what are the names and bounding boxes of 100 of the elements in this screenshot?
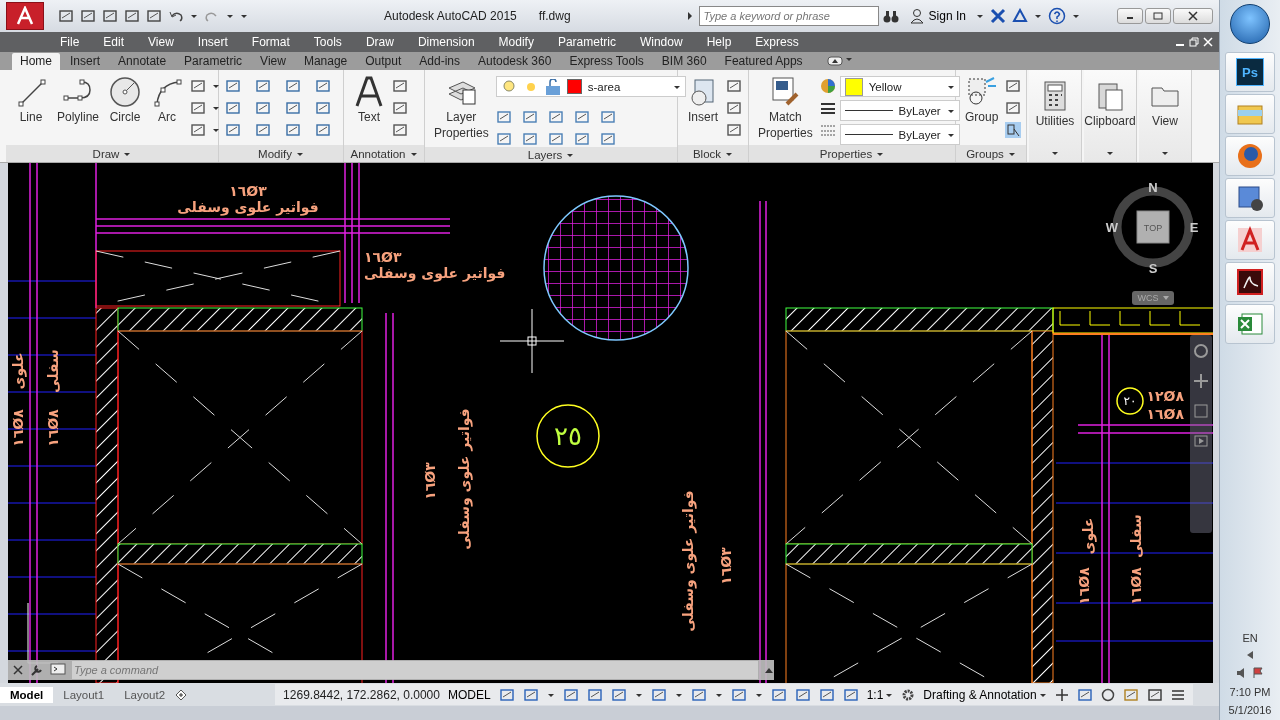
group-select-icon[interactable] xyxy=(1005,122,1022,138)
clock-time[interactable]: 7:10 PM xyxy=(1229,686,1271,698)
plus-icon[interactable] xyxy=(1054,687,1069,702)
doc-close-icon[interactable] xyxy=(1203,37,1214,47)
layer-properties-button[interactable]: Layer Properties xyxy=(431,74,492,143)
caret-icon[interactable] xyxy=(946,83,955,90)
panel-caret-icon[interactable] xyxy=(566,151,575,158)
caret-icon[interactable] xyxy=(226,13,234,19)
add-layout-icon[interactable] xyxy=(175,688,188,701)
layout-tab[interactable]: Model xyxy=(0,686,54,703)
isolate-icon[interactable] xyxy=(1100,687,1115,702)
caret-icon[interactable] xyxy=(1071,13,1080,19)
panel-title[interactable]: Layers xyxy=(527,148,563,161)
layer-dropdown[interactable]: s-area xyxy=(495,76,686,97)
panel-caret-icon[interactable] xyxy=(1051,150,1059,156)
caret-icon[interactable] xyxy=(212,83,221,89)
compass-north[interactable]: N xyxy=(1148,179,1158,195)
layout-tab[interactable]: Layout1 xyxy=(53,686,115,703)
ribbon-tab[interactable]: Output xyxy=(357,53,410,70)
clock-date[interactable]: 5/1/2016 xyxy=(1228,704,1272,716)
panel-caret-icon[interactable] xyxy=(876,150,885,157)
insert-button[interactable]: Insert xyxy=(684,74,722,127)
ribbon-toggle-icon[interactable] xyxy=(826,56,843,66)
menu-item[interactable]: Draw xyxy=(357,35,402,49)
menu-item[interactable]: Window xyxy=(631,35,691,49)
draw-tool-button[interactable]: Line xyxy=(12,74,50,127)
ribbon-tab[interactable]: Insert xyxy=(62,53,109,70)
ribbon-tab[interactable]: Home xyxy=(12,53,60,70)
hamburger-icon[interactable] xyxy=(1170,687,1185,702)
start-button[interactable] xyxy=(1230,4,1270,44)
panel-caret-icon[interactable] xyxy=(1007,150,1016,157)
layout-tab[interactable]: Layout2 xyxy=(114,686,176,703)
pan-icon[interactable] xyxy=(1193,373,1209,389)
text-tool-button[interactable]: Text xyxy=(350,74,388,127)
panel-caret-icon[interactable] xyxy=(295,150,304,157)
wrench-icon[interactable] xyxy=(30,663,44,677)
annotation-scale-button[interactable]: 1:1 xyxy=(866,687,894,702)
caret-icon[interactable] xyxy=(1038,691,1047,698)
caret-icon[interactable] xyxy=(754,691,763,698)
menu-item[interactable]: Edit xyxy=(95,35,133,49)
caret-icon[interactable] xyxy=(190,13,198,19)
language-indicator[interactable]: EN xyxy=(1242,632,1258,644)
ribbon-tab[interactable]: Manage xyxy=(295,53,356,70)
close-button[interactable] xyxy=(1173,8,1214,24)
caret-icon[interactable] xyxy=(212,105,221,111)
draw-tool-button[interactable]: Arc xyxy=(148,74,187,127)
group-button[interactable]: Group xyxy=(962,74,1002,127)
ribbon-tab[interactable]: Parametric xyxy=(176,53,251,70)
menu-item[interactable]: Insert xyxy=(189,35,236,49)
caret-icon[interactable] xyxy=(714,691,723,698)
exchange-x-icon[interactable] xyxy=(989,8,1006,24)
linetype-dropdown[interactable]: ByLayer xyxy=(839,100,960,121)
gear-icon[interactable] xyxy=(901,687,916,702)
model-space-button[interactable]: MODEL xyxy=(447,687,491,702)
customize-caret-icon[interactable] xyxy=(240,13,248,19)
caret-icon[interactable] xyxy=(946,107,955,114)
caret-icon[interactable] xyxy=(674,691,683,698)
ribbon-tab[interactable]: Express Tools xyxy=(561,53,652,70)
taskbar-app-button[interactable] xyxy=(1225,178,1275,218)
caret-icon[interactable] xyxy=(946,131,955,138)
ribbon-tab[interactable]: BIM 360 xyxy=(653,53,715,70)
menu-item[interactable]: Tools xyxy=(305,35,350,49)
ribbon-tab[interactable]: Add-ins xyxy=(411,53,468,70)
caret-icon[interactable] xyxy=(1033,13,1042,19)
menu-item[interactable]: Format xyxy=(243,35,298,49)
panel-caret-icon[interactable] xyxy=(409,150,418,157)
taskbar-app-button[interactable]: Ps xyxy=(1225,52,1275,92)
menu-item[interactable]: Express xyxy=(747,35,807,49)
ribbon-tab[interactable]: Annotate xyxy=(110,53,175,70)
caret-icon[interactable] xyxy=(672,83,681,90)
caret-icon[interactable] xyxy=(634,691,643,698)
doc-restore-icon[interactable] xyxy=(1189,37,1200,47)
caret-icon[interactable] xyxy=(212,127,221,133)
menu-item[interactable]: Modify xyxy=(490,35,542,49)
prompt-icon[interactable] xyxy=(50,662,66,678)
tray-expand-icon[interactable] xyxy=(1245,650,1255,660)
panel-caret-icon[interactable] xyxy=(1106,150,1114,156)
binoculars-icon[interactable] xyxy=(882,8,899,24)
caret-icon[interactable] xyxy=(546,691,555,698)
match-properties-button[interactable]: Match Properties xyxy=(755,74,816,143)
sign-in-button[interactable]: Sign In xyxy=(904,6,970,26)
flag-icon[interactable] xyxy=(1252,666,1264,680)
menu-item[interactable]: View xyxy=(140,35,182,49)
showmotion-icon[interactable] xyxy=(1193,433,1209,449)
taskbar-app-button[interactable] xyxy=(1225,136,1275,176)
menu-item[interactable]: Parametric xyxy=(549,35,624,49)
compass-east[interactable]: E xyxy=(1189,219,1199,235)
panel-caret-icon[interactable] xyxy=(123,150,132,157)
ribbon-tab[interactable]: Autodesk 360 xyxy=(470,53,560,70)
connect-icon[interactable] xyxy=(1011,8,1028,24)
ribbon-panel-button[interactable]: Clipboard xyxy=(1081,78,1139,131)
close-icon[interactable] xyxy=(12,664,24,676)
caret-icon[interactable] xyxy=(885,691,894,698)
draw-tool-button[interactable]: Polyline xyxy=(54,74,103,127)
taskbar-app-button[interactable] xyxy=(1225,262,1275,302)
navigation-bar[interactable] xyxy=(1190,335,1212,533)
steering-wheel-icon[interactable] xyxy=(1193,343,1209,359)
workspace-button[interactable]: Drafting & Annotation xyxy=(923,687,1047,702)
menu-item[interactable]: File xyxy=(52,35,88,49)
viewcube-top-face[interactable]: TOP xyxy=(1136,210,1170,244)
